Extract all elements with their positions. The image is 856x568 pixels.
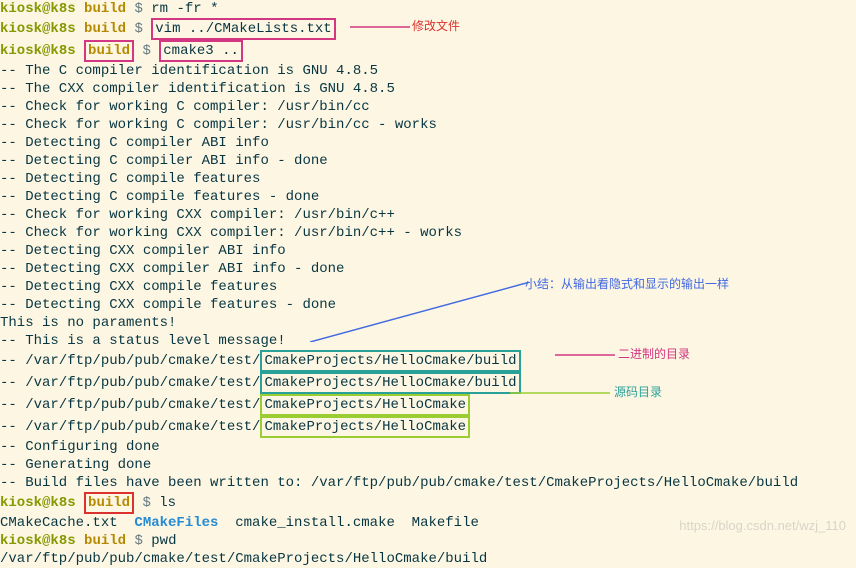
output-line: This is no paraments!	[0, 314, 856, 332]
prompt-host: k8s	[50, 1, 75, 17]
terminal-line: kiosk@k8s build $ rm -fr *	[0, 0, 856, 18]
command-cmake[interactable]: cmake3 ..	[163, 43, 239, 59]
terminal-line: kiosk@k8s build $ ls	[0, 492, 856, 514]
terminal-line: kiosk@k8s build $ cmake3 ..	[0, 40, 856, 62]
output-line: -- /var/ftp/pub/pub/cmake/test/CmakeProj…	[0, 350, 856, 372]
output-line: -- Check for working CXX compiler: /usr/…	[0, 224, 856, 242]
highlight-path-box: build	[84, 40, 134, 62]
prompt-dollar: $	[134, 1, 142, 17]
highlight-vim-command: vim ../CMakeLists.txt	[151, 18, 335, 40]
watermark: https://blog.csdn.net/wzj_110	[679, 517, 846, 535]
output-line: -- The C compiler identification is GNU …	[0, 62, 856, 80]
annotation-summary: 小结：从输出看隐式和显示的输出一样	[525, 275, 729, 293]
output-line: /var/ftp/pub/pub/cmake/test/CmakeProject…	[0, 550, 856, 568]
output-line: -- Generating done	[0, 456, 856, 474]
highlight-binary-dir: CmakeProjects/HelloCmake/build	[260, 372, 520, 394]
output-line: -- Build files have been written to: /va…	[0, 474, 856, 492]
annotation-binary-dir: 二进制的目录	[618, 345, 690, 363]
output-line: -- Check for working C compiler: /usr/bi…	[0, 98, 856, 116]
highlight-path-box-red: build	[84, 492, 134, 514]
output-line: -- Check for working CXX compiler: /usr/…	[0, 206, 856, 224]
output-line: -- The CXX compiler identification is GN…	[0, 80, 856, 98]
output-line: -- Check for working C compiler: /usr/bi…	[0, 116, 856, 134]
command-rm[interactable]: rm -fr *	[151, 1, 218, 17]
output-line: -- Detecting CXX compile features - done	[0, 296, 856, 314]
output-line: -- Configuring done	[0, 438, 856, 456]
prompt-path: build	[84, 1, 126, 17]
output-line: -- Detecting C compiler ABI info - done	[0, 152, 856, 170]
output-line: -- Detecting C compile features - done	[0, 188, 856, 206]
annotation-modify-file: 修改文件	[412, 17, 460, 35]
output-line: -- Detecting C compile features	[0, 170, 856, 188]
highlight-source-dir: CmakeProjects/HelloCmake	[260, 394, 470, 416]
output-line: -- Detecting CXX compiler ABI info	[0, 242, 856, 260]
command-ls[interactable]: ls	[159, 495, 176, 511]
prompt-user: kiosk	[0, 1, 42, 17]
command-pwd[interactable]: pwd	[151, 533, 176, 549]
output-line: -- /var/ftp/pub/pub/cmake/test/CmakeProj…	[0, 372, 856, 394]
highlight-source-dir: CmakeProjects/HelloCmake	[260, 416, 470, 438]
directory-name: CMakeFiles	[134, 515, 218, 531]
command-vim[interactable]: vim ../CMakeLists.txt	[155, 21, 331, 37]
output-line: -- Detecting C compiler ABI info	[0, 134, 856, 152]
highlight-binary-dir: CmakeProjects/HelloCmake/build	[260, 350, 520, 372]
output-line: -- /var/ftp/pub/pub/cmake/test/CmakeProj…	[0, 394, 856, 416]
output-line: -- This is a status level message!	[0, 332, 856, 350]
output-line: -- /var/ftp/pub/pub/cmake/test/CmakeProj…	[0, 416, 856, 438]
highlight-cmake-command: cmake3 ..	[159, 40, 243, 62]
annotation-source-dir: 源码目录	[614, 383, 662, 401]
